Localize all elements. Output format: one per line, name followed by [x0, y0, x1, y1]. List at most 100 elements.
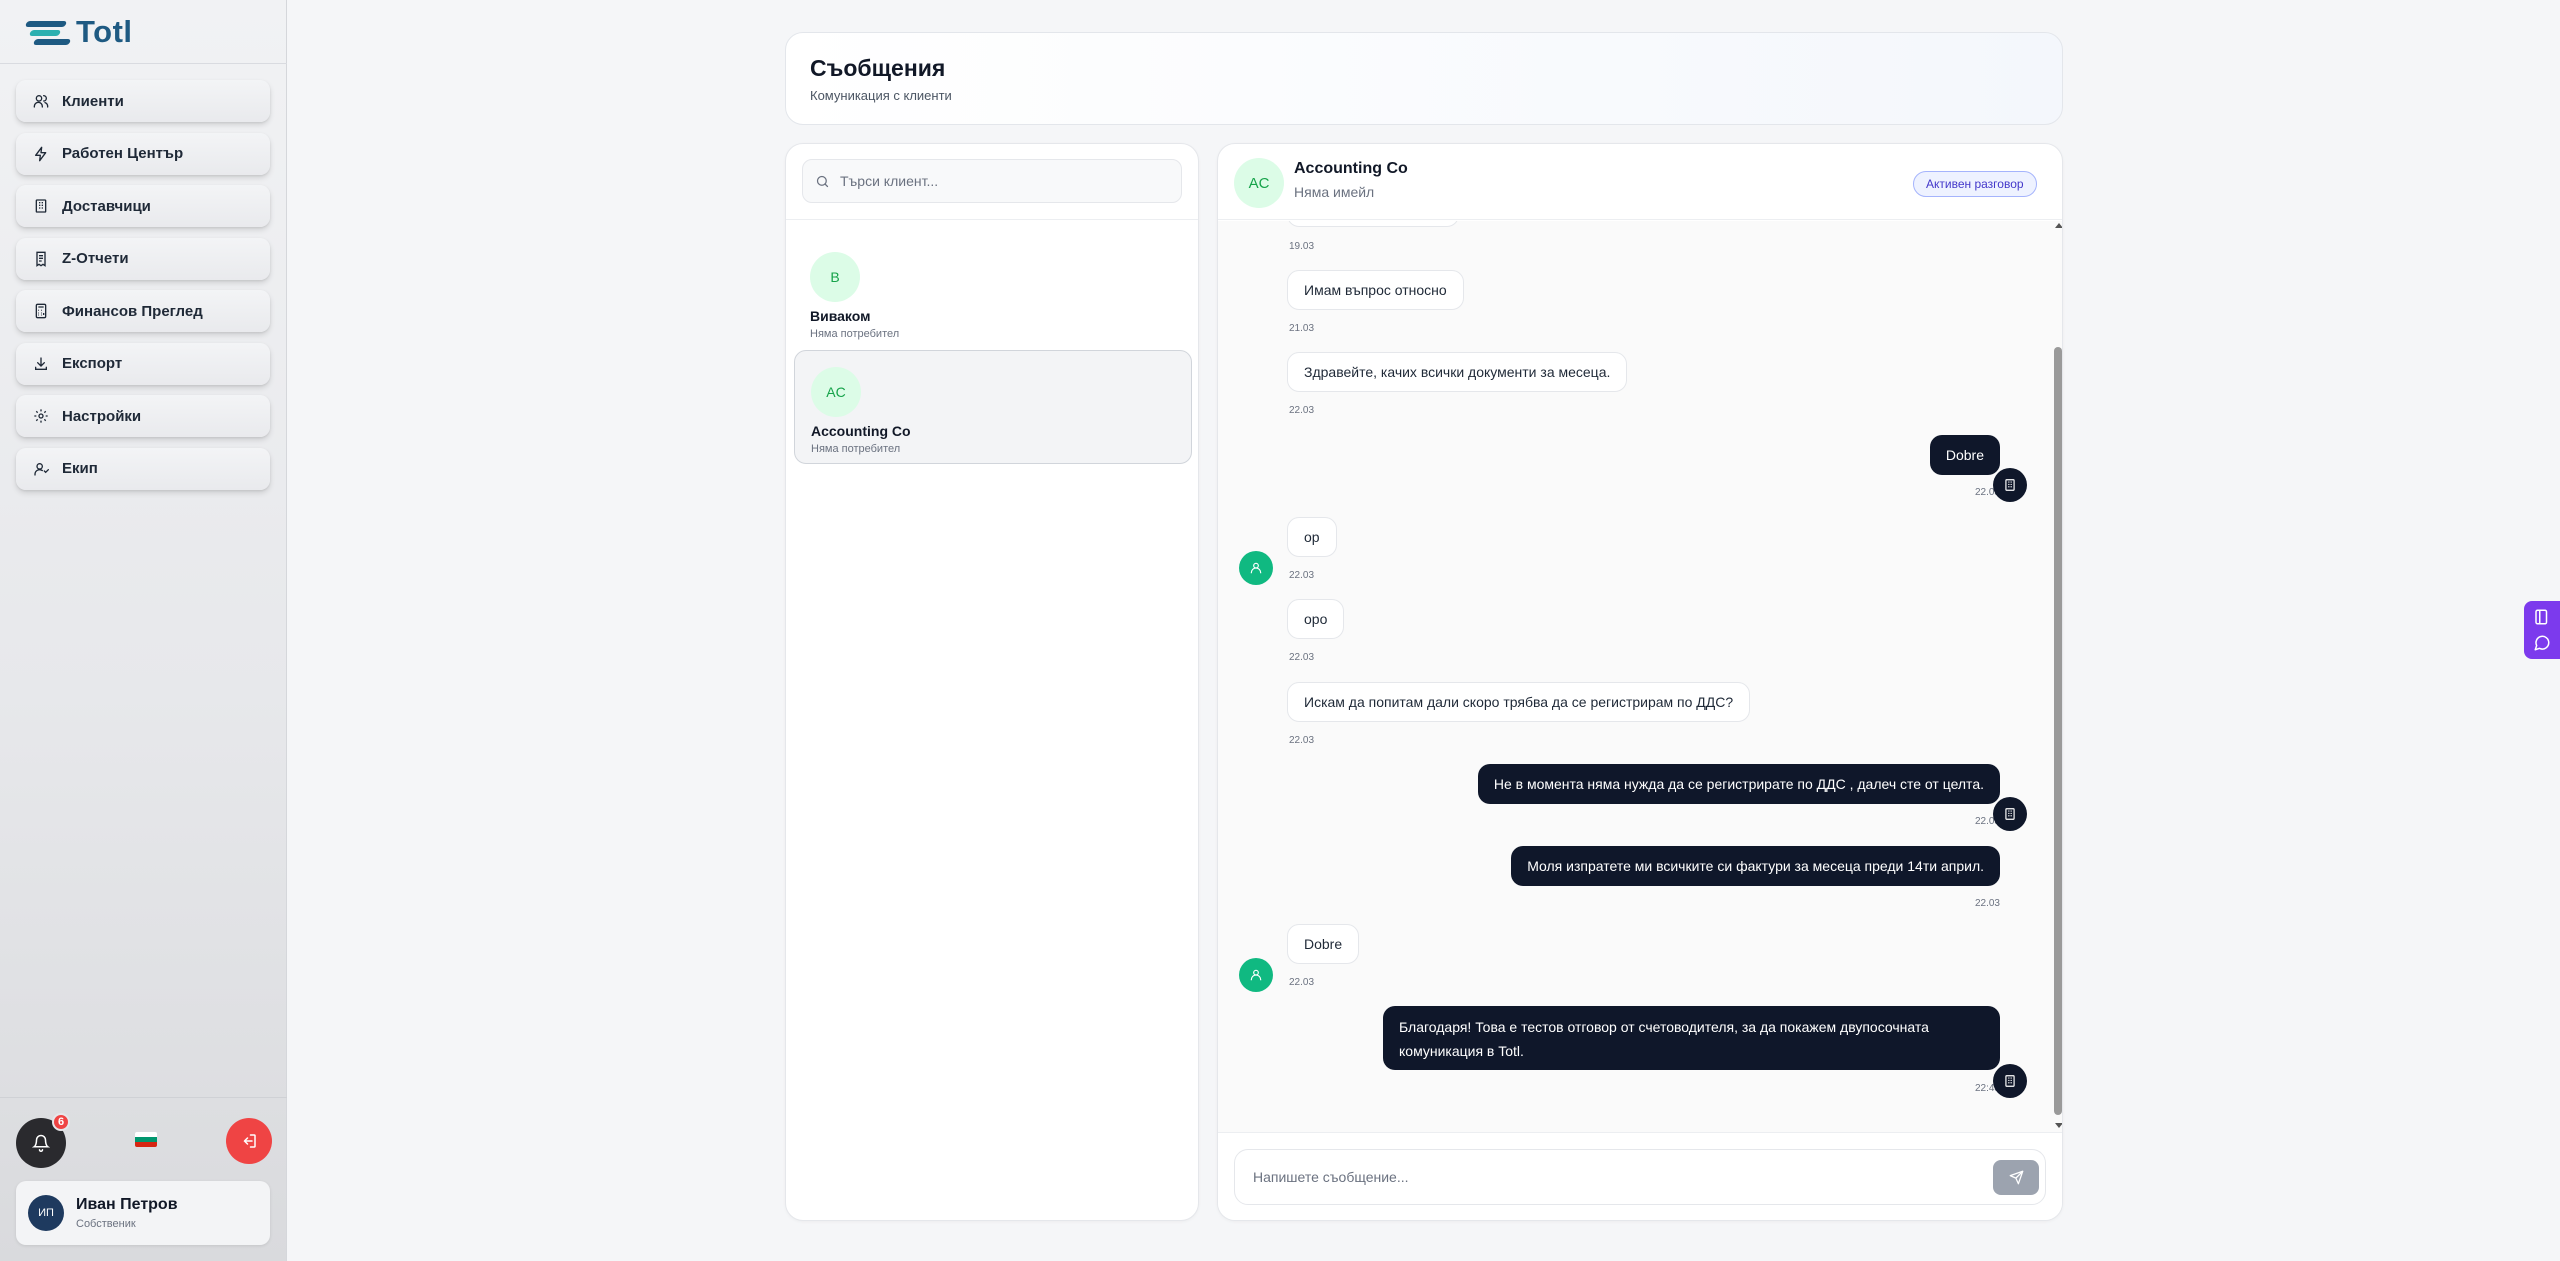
chat-contact-name: Accounting Co [1294, 160, 1408, 177]
building-icon [32, 197, 50, 215]
client-user-avatar [1239, 551, 1273, 585]
message-bubble-accountant: Dobre [1929, 435, 2000, 475]
receipt-icon [32, 250, 50, 268]
building-icon [2005, 479, 2015, 491]
sidebar-item-financial-overview[interactable]: Финансов Преглед [16, 290, 270, 332]
user-name: Иван Петров [76, 1196, 178, 1213]
client-search-box[interactable] [802, 159, 1182, 203]
client-list-item[interactable]: В Виваком Няма потребител [794, 236, 1192, 350]
message-time: 19.03 [1289, 241, 1315, 252]
chat-contact-email: Няма имейл [1294, 184, 1375, 200]
scroll-up-arrow-icon[interactable] [2055, 223, 2062, 228]
chat-header: AC Accounting Co Няма имейл Активен разг… [1218, 144, 2062, 220]
message-bubble-client: opo [1287, 599, 1345, 639]
sidebar: Totl Клиенти Работен Център Доставчици Z… [0, 0, 287, 1261]
message-time: 22.03 [1289, 977, 1315, 988]
floating-help-widget[interactable] [2524, 601, 2560, 659]
message-bubble-accountant: Благодаря! Това е тестов отговор от счет… [1383, 1006, 2000, 1070]
message-time: 22.03 [1289, 570, 1315, 581]
client-name: Виваком [810, 308, 871, 324]
message-bubble-client: Здравейте, качих всички документи за мес… [1287, 352, 1628, 392]
language-flag-icon[interactable] [135, 1132, 157, 1147]
sidebar-item-clients[interactable]: Клиенти [16, 80, 270, 122]
client-sub: Няма потребител [811, 443, 901, 455]
chat-avatar: AC [1234, 158, 1284, 208]
status-badge: Активен разговор [1913, 171, 2037, 197]
accountant-avatar [1993, 468, 2027, 502]
message-bubble-client: op [1287, 517, 1337, 557]
chat-bubble-icon[interactable] [2533, 634, 2551, 652]
client-sub: Няма потребител [810, 328, 900, 340]
message-input[interactable] [1253, 1169, 1953, 1185]
logout-button[interactable] [226, 1118, 272, 1164]
page-header: Съобщения Комуникация с клиенти [785, 32, 2063, 125]
user-role: Собственик [76, 1218, 136, 1230]
scrollbar[interactable] [2054, 223, 2062, 1130]
sidebar-item-team[interactable]: Екип [16, 447, 270, 490]
message-bubble-client: Искам да попитам дали скоро трябва да се… [1287, 682, 1751, 722]
page-subtitle: Комуникация с клиенти [810, 88, 952, 103]
logo-mark-icon [24, 17, 72, 47]
client-search-input[interactable] [840, 173, 1160, 189]
download-icon [32, 355, 50, 373]
client-search-area [786, 144, 1198, 220]
bell-icon [32, 1134, 50, 1152]
book-icon[interactable] [2533, 608, 2551, 626]
sidebar-item-work-center[interactable]: Работен Център [16, 132, 270, 175]
user-icon [1250, 562, 1262, 574]
sidebar-item-label: Доставчици [62, 197, 151, 215]
client-avatar: AC [811, 367, 861, 417]
message-time: 22.03 [1974, 898, 2000, 909]
sidebar-footer: 6 ИП Иван Петров Собственик [0, 1097, 287, 1261]
client-name: Accounting Co [811, 423, 911, 439]
chat-panel: AC Accounting Co Няма имейл Активен разг… [1217, 143, 2063, 1221]
scrollbar-thumb[interactable] [2054, 347, 2062, 1115]
building-icon [2005, 1075, 2015, 1087]
sidebar-item-label: Експорт [62, 355, 123, 372]
gear-icon [32, 407, 50, 425]
sidebar-item-label: Финансов Преглед [62, 302, 203, 320]
message-time: 22.03 [1289, 735, 1315, 746]
client-avatar: В [810, 252, 860, 302]
sidebar-item-settings[interactable]: Настройки [16, 395, 270, 437]
message-bubble-accountant: Моля изпратете ми всичките си фактури за… [1511, 846, 2000, 886]
user-icon [1250, 969, 1262, 981]
message-time: 22.03 [1289, 405, 1315, 416]
client-user-avatar [1239, 958, 1273, 992]
clients-panel: В Виваком Няма потребител AC Accounting … [785, 143, 1199, 1221]
logo-text: Totl [76, 13, 133, 49]
sidebar-item-label: Екип [62, 460, 98, 477]
user-card[interactable]: ИП Иван Петров Собственик [16, 1181, 270, 1245]
building-icon [2005, 808, 2015, 820]
search-icon [816, 175, 829, 187]
sidebar-item-label: Настройки [62, 407, 142, 425]
chat-composer [1218, 1132, 2062, 1220]
calculator-icon [32, 302, 50, 320]
logout-icon [243, 1134, 256, 1148]
send-button[interactable] [1993, 1160, 2039, 1195]
scroll-down-arrow-icon[interactable] [2055, 1123, 2062, 1128]
sidebar-item-z-reports[interactable]: Z-Отчети [16, 237, 270, 280]
accountant-avatar [1993, 1064, 2027, 1098]
sidebar-item-label: Клиенти [62, 92, 124, 110]
sidebar-item-label: Работен Център [62, 145, 184, 162]
logo[interactable]: Totl [0, 0, 287, 64]
accountant-avatar [1993, 797, 2027, 831]
sidebar-item-label: Z-Отчети [62, 250, 129, 267]
client-list-item-active[interactable]: AC Accounting Co Няма потребител [794, 350, 1192, 464]
avatar: ИП [28, 1195, 64, 1231]
message-bubble-client [1287, 221, 1459, 227]
sidebar-item-export[interactable]: Експорт [16, 342, 270, 385]
message-list[interactable]: 19.03 Имам въпрос относно 21.03 Здравейт… [1218, 221, 2062, 1132]
send-icon [2009, 1170, 2023, 1185]
message-time: 21.03 [1289, 323, 1315, 334]
sidebar-item-suppliers[interactable]: Доставчици [16, 185, 270, 227]
message-time: 22.03 [1289, 652, 1315, 663]
message-bubble-accountant: Не в момента няма нужда да се регистрира… [1477, 764, 2000, 804]
message-bubble-client: Имам въпрос относно [1287, 270, 1464, 310]
notification-badge: 6 [52, 1113, 70, 1131]
message-input-box[interactable] [1234, 1149, 2046, 1205]
page-title: Съобщения [810, 55, 946, 81]
users-icon [32, 92, 50, 110]
zap-icon [32, 145, 50, 163]
